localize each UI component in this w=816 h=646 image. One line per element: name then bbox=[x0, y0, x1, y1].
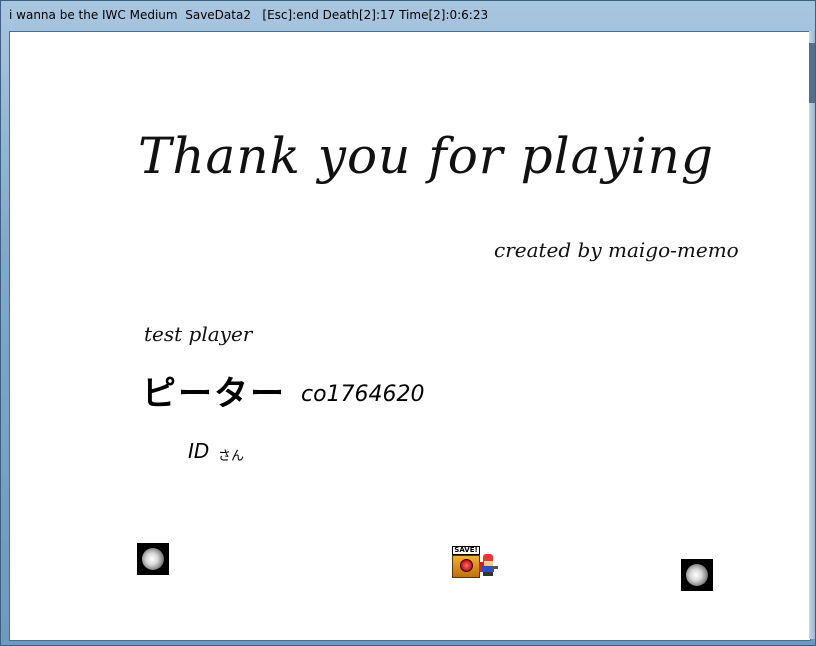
title-bar[interactable]: i wanna be the IWC Medium SaveData2 [Esc… bbox=[1, 1, 815, 31]
tester-label: test player bbox=[144, 322, 253, 346]
id-label: ID bbox=[188, 439, 210, 463]
player-name: ピーター bbox=[142, 374, 286, 414]
honorific-label: さん bbox=[218, 449, 245, 464]
game-canvas[interactable]: Thank you for playing created by maigo-m… bbox=[9, 31, 811, 641]
window-edge-thumb[interactable] bbox=[809, 43, 815, 103]
window-title: i wanna be the IWC Medium SaveData2 [Esc… bbox=[9, 8, 489, 22]
smoke-cloud-icon bbox=[681, 559, 713, 591]
smoke-cloud-icon bbox=[137, 543, 169, 575]
thanks-heading: Thank you for playing bbox=[138, 127, 714, 185]
save-orb bbox=[460, 559, 473, 572]
save-label: SAVE! bbox=[452, 546, 480, 555]
player-code: co1764620 bbox=[301, 382, 425, 407]
game-window: i wanna be the IWC Medium SaveData2 [Esc… bbox=[0, 0, 816, 646]
window-edge bbox=[809, 31, 815, 639]
credit-text: created by maigo-memo bbox=[494, 238, 739, 262]
kid-character-icon bbox=[479, 554, 498, 576]
save-box bbox=[452, 555, 480, 578]
save-point-icon: SAVE! bbox=[452, 546, 480, 578]
